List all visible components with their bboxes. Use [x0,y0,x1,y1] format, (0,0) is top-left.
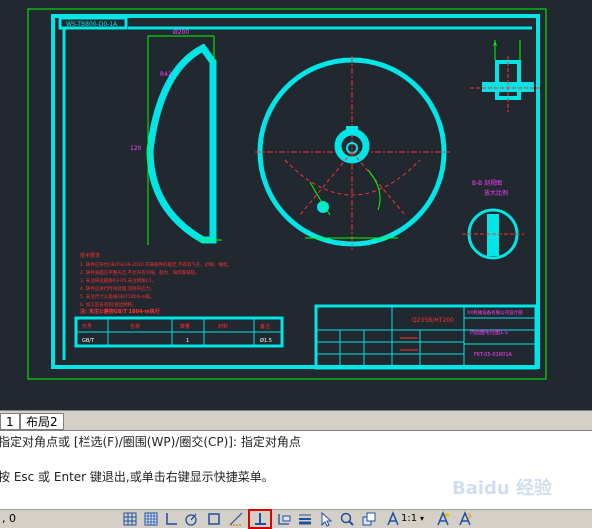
ortho-icon[interactable] [163,511,179,527]
mat-header-0: 代号 [82,323,92,330]
mat-header-4: 备注 [260,323,270,330]
tb-code: FKT-05-01R01A [474,352,513,358]
title-label-text: WS-TB800-D0-1A [66,21,118,28]
mat-value-0: GB/T [82,338,95,344]
tb-name: 内齿圈毛坯图1:5 [470,329,508,336]
note-5: 5. 未注尺寸公差按GB/T1804-m级。 [80,293,155,300]
dyn-icon[interactable] [276,511,292,527]
ducs-button-highlight[interactable] [248,509,272,529]
status-bar: , 0 1:1 ▾ [0,509,592,529]
tab-layout1[interactable]: 1 [0,413,20,430]
watermark-text: Baidu 经验 [452,477,553,499]
ducs-icon [255,513,266,525]
mat-header-2: 数量 [180,323,190,330]
mat-header-1: 名称 [130,323,140,330]
polar-icon[interactable] [183,511,199,527]
otrack-icon[interactable] [228,511,244,527]
mat-header-3: 材料 [218,323,228,330]
dim-left-1: 120 [130,145,142,152]
coordinate-readout: , 0 [2,512,16,525]
tab-layout2[interactable]: 布局2 [20,413,64,430]
annotation-scale-value[interactable]: 1:1 [401,512,417,526]
section-label-1: A [493,41,498,48]
note-1: 1. 铸件应符合GB/T9439-2010 灰铸铁件的规定,不得有气孔、砂眼、缩… [80,261,232,268]
auto-scale-icon[interactable] [457,511,473,527]
qp-icon[interactable] [319,511,335,527]
note-header: 技术要求 [80,252,100,259]
am-icon[interactable] [361,511,377,527]
grid-icon[interactable] [143,511,159,527]
hub-key [346,126,358,134]
drawing-svg: WS-TB800-D0-1A Ø200 120 R42 A B-B 剖视图 放大… [27,8,547,380]
note-4: 4. 铸件应进行时效处理,消除内应力。 [80,285,155,292]
dim-top: Ø200 [173,29,189,36]
command-prompt-line: 按 Esc 或 Enter 键退出,或单击右键显示快捷菜单。 [0,470,274,484]
section-label-2: B-B 剖视图 [472,179,502,187]
command-history-line: 指定对角点或 [栏选(F)/圈围(WP)/圈交(CP)]: 指定对角点 [0,435,301,449]
mat-value-4: Ø1.5 [260,337,272,344]
dim-left-2: R42 [160,71,172,78]
outer-frame [27,8,547,380]
sc-icon[interactable] [339,511,355,527]
note-3: 3. 未注铸造圆角R3-R5,未注倒角C1。 [80,277,156,284]
layout-tab-bar: 1 布局2 [0,410,592,431]
drawing-canvas[interactable]: WS-TB800-D0-1A Ø200 120 R42 A B-B 剖视图 放大… [0,0,592,410]
mat-value-2: 1 [186,338,189,344]
baidu-watermark: Baidu 经验 [452,477,553,499]
section-label-3: 放大比例 [484,189,508,197]
lineweight-icon[interactable] [297,511,313,527]
note-6: 6. 加工后去毛刺,锐边倒钝。 [80,301,137,308]
annotation-visibility-icon[interactable] [435,511,451,527]
osnap-icon[interactable] [206,511,222,527]
chevron-down-icon[interactable]: ▾ [420,512,424,526]
tb-center: Q235B/HT200 [412,317,454,324]
note-2: 2. 铸件表面应平整光洁,不允许有冷隔、裂纹、缺肉等缺陷。 [80,269,200,276]
tb-company: XX机械设备有限公司设计部 [467,309,523,316]
snap-icon[interactable] [122,511,138,527]
note-bold: 注: 未注公差按GB/T 1804-m执行 [80,308,160,315]
annotation-scale-icon[interactable] [385,511,401,527]
